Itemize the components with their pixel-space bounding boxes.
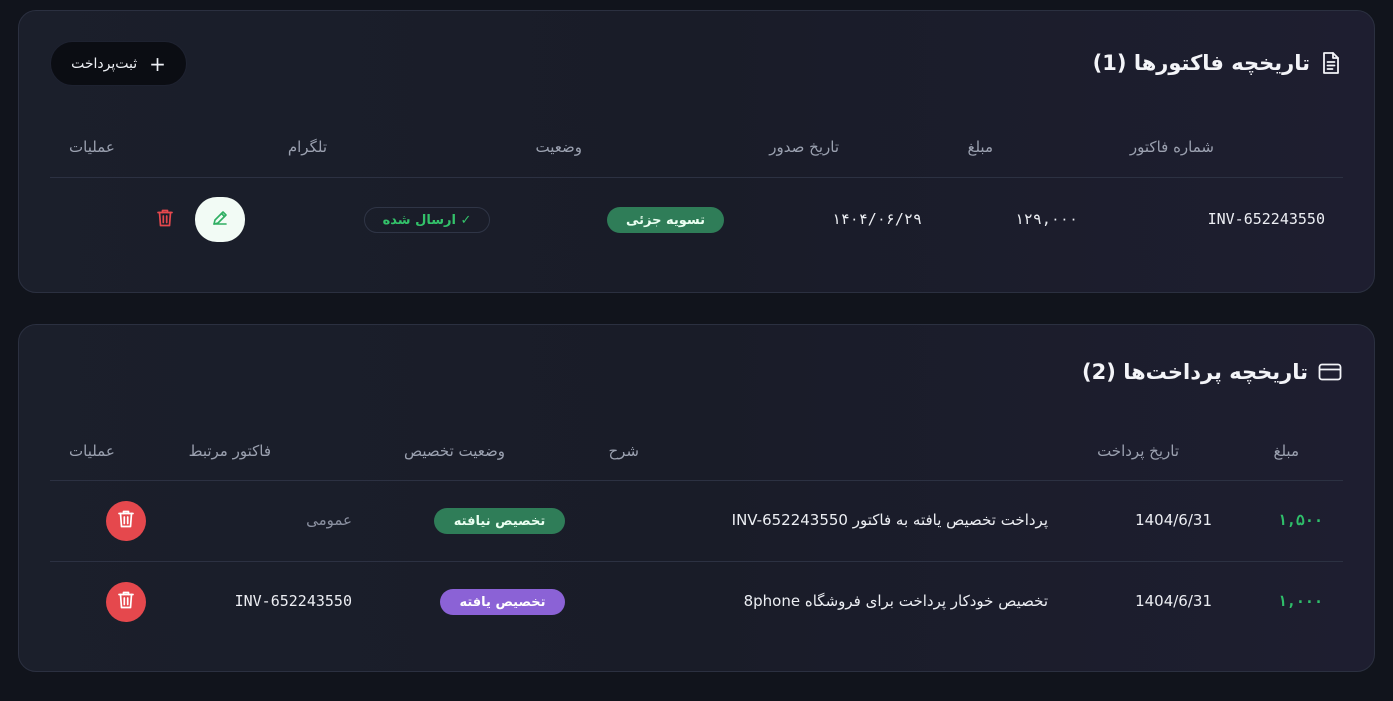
header-divider <box>50 177 1343 178</box>
payment-history-card: تاریخچه پرداخت‌ها (2) مبلغ تاریخ پرداخت … <box>18 324 1375 672</box>
related-invoice: INV-652243550 <box>234 592 352 610</box>
payment-history-title-text: تاریخچه پرداخت‌ها (2) <box>1082 360 1308 384</box>
col-payment-description: شرح <box>608 442 639 460</box>
col-payment-allocation: وضعیت تخصیص <box>403 442 505 460</box>
payment-amount: ۱,۰۰۰ <box>1277 592 1323 610</box>
col-payment-amount: مبلغ <box>1273 442 1299 460</box>
payment-history-title: تاریخچه پرداخت‌ها (2) <box>1082 360 1342 384</box>
invoice-status-badge: تسویه جزئی <box>607 207 724 233</box>
payment-amount: ۱,۵۰۰ <box>1277 511 1323 529</box>
col-invoice-date: تاریخ صدور <box>769 138 839 156</box>
payment-description: تخصیص خودکار پرداخت برای فروشگاه 8phone <box>743 592 1048 610</box>
payment-date: 1404/6/31 <box>1135 592 1212 610</box>
col-invoice-number: شماره فاکتور <box>1129 138 1214 156</box>
add-payment-button[interactable]: ثبت‌پرداخت + <box>50 41 187 86</box>
col-invoice-status: وضعیت <box>535 138 582 156</box>
delete-payment-button[interactable] <box>106 501 146 541</box>
trash-icon <box>156 209 174 232</box>
invoice-history-title: تاریخچه فاکتورها (1) <box>1093 51 1342 75</box>
invoice-history-card: تاریخچه فاکتورها (1) ثبت‌پرداخت + شماره … <box>18 10 1375 293</box>
telegram-sent-badge: ✓ ارسال شده <box>364 207 490 233</box>
col-invoice-actions: عملیات <box>69 138 115 156</box>
col-payment-invoice: فاکتور مرتبط <box>188 442 271 460</box>
col-invoice-telegram: تلگرام <box>287 138 327 156</box>
trash-icon <box>117 590 135 614</box>
row-divider <box>50 561 1343 562</box>
invoice-date: ۱۴۰۴/۰۶/۲۹ <box>831 210 922 228</box>
header-divider <box>50 480 1343 481</box>
delete-payment-button[interactable] <box>106 582 146 622</box>
related-invoice: عمومی <box>306 511 352 529</box>
edit-invoice-button[interactable] <box>195 197 245 242</box>
payment-date: 1404/6/31 <box>1135 511 1212 529</box>
invoice-history-title-text: تاریخچه فاکتورها (1) <box>1092 51 1310 75</box>
invoice-number: INV-652243550 <box>1207 210 1325 228</box>
document-icon <box>1320 51 1342 75</box>
add-payment-label: ثبت‌پرداخت <box>71 55 138 72</box>
col-payment-date: تاریخ پرداخت <box>1097 442 1179 460</box>
col-payment-actions: عملیات <box>69 442 115 460</box>
invoice-amount: ۱۲۹,۰۰۰ <box>1014 210 1078 228</box>
allocation-status-badge: تخصیص نیافته <box>434 508 565 534</box>
trash-icon <box>117 509 135 533</box>
payment-description: پرداخت تخصیص یافته به فاکتور INV-6522435… <box>731 511 1048 529</box>
credit-card-icon <box>1318 362 1342 382</box>
pencil-icon <box>211 209 229 231</box>
allocation-status-badge: تخصیص یافته <box>440 589 565 615</box>
col-invoice-amount: مبلغ <box>967 138 993 156</box>
delete-invoice-button[interactable] <box>156 208 174 232</box>
plus-icon: + <box>149 51 166 76</box>
